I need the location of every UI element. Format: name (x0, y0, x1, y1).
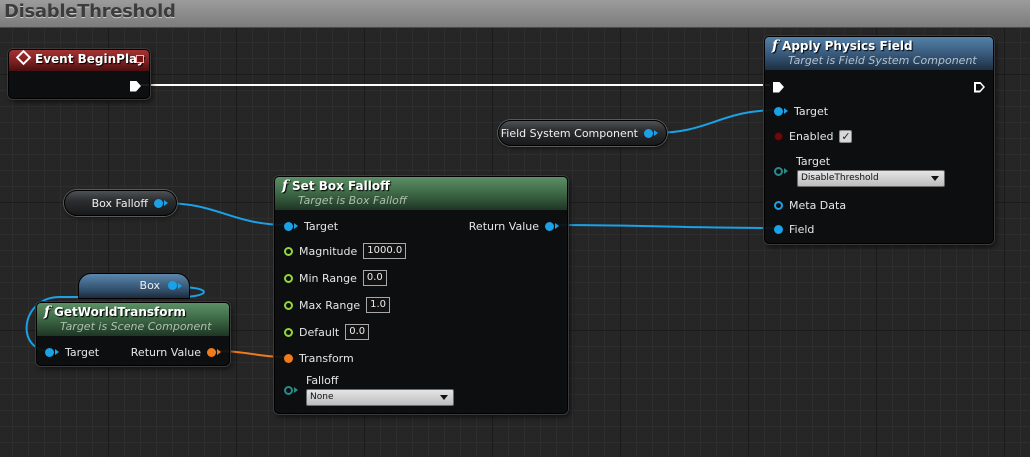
exec-out-icon[interactable] (130, 80, 141, 92)
field-pin-icon[interactable] (774, 224, 783, 234)
min-range-pin-icon[interactable] (284, 273, 293, 283)
meta-data-pin-icon[interactable] (774, 200, 783, 210)
exec-in-icon[interactable] (773, 81, 784, 93)
sbf-return-value-pin[interactable]: Return Value (469, 218, 559, 234)
default-pin[interactable]: Default 0.0 (284, 324, 370, 340)
set-box-falloff-subtitle: Target is Box Falloff (298, 194, 407, 207)
target-enum-dropdown[interactable]: DisableThreshold (797, 170, 945, 187)
min-range-input[interactable]: 0.0 (362, 270, 387, 286)
gwt-target-pin-icon[interactable] (45, 347, 54, 357)
box-falloff-var[interactable]: Box Falloff (64, 190, 177, 216)
exec-then-icon[interactable] (974, 81, 985, 93)
sbf-target-pin[interactable]: Target (284, 218, 338, 234)
delegate-pin-icon[interactable] (136, 55, 144, 63)
box-var[interactable]: Box (78, 273, 190, 299)
magnitude-pin[interactable]: Magnitude 1000.0 (284, 243, 407, 259)
wire-field-system-component-to-target[interactable] (653, 109, 779, 134)
event-beginplay-title: Event BeginPlay (35, 52, 145, 66)
apply-physics-field-title: Apply Physics Field (782, 39, 913, 53)
meta-data-pin[interactable]: Meta Data (774, 197, 846, 213)
sbf-return-value-pin-icon[interactable] (545, 221, 554, 231)
function-icon: f (772, 38, 779, 54)
function-icon: f (44, 304, 51, 320)
gwt-target-pin[interactable]: Target (45, 344, 99, 360)
enabled-pin[interactable]: Enabled ✓ (774, 128, 853, 144)
transform-pin-icon[interactable] (284, 353, 293, 363)
max-range-pin-icon[interactable] (284, 300, 293, 310)
max-range-pin[interactable]: Max Range 1.0 (284, 297, 391, 313)
falloff-pin: Falloff (284, 373, 338, 395)
apply-physics-field-header: f Apply Physics Field Target is Field Sys… (765, 37, 993, 70)
apply-physics-field-node[interactable]: f Apply Physics Field Target is Field Sys… (764, 36, 994, 244)
wire-box-falloff-to-target[interactable] (162, 202, 290, 226)
target-pin-icon[interactable] (774, 106, 783, 116)
graph-title-bar: DisableThreshold (0, 0, 1030, 28)
default-pin-icon[interactable] (284, 327, 293, 337)
gwt-return-value-pin-icon[interactable] (207, 347, 216, 357)
chevron-down-icon (440, 395, 448, 400)
event-beginplay-node[interactable]: Event BeginPlay (8, 49, 150, 99)
transform-pin[interactable]: Transform (284, 350, 354, 366)
graph-title: DisableThreshold (4, 1, 176, 22)
field-system-component-out-pin[interactable] (644, 128, 653, 138)
get-world-transform-subtitle: Target is Scene Component (60, 320, 212, 333)
max-range-input[interactable]: 1.0 (366, 297, 391, 313)
box-falloff-out-pin[interactable] (154, 198, 163, 208)
min-range-pin[interactable]: Min Range 0.0 (284, 270, 387, 286)
event-diamond-icon (15, 49, 32, 66)
enabled-pin-icon[interactable] (774, 131, 783, 141)
get-world-transform-node[interactable]: f GetWorldTransform Target is Scene Compo… (36, 302, 230, 366)
falloff-pin-icon[interactable] (284, 385, 293, 395)
function-icon: f (282, 178, 289, 194)
wire-return-value-to-field[interactable] (551, 224, 779, 229)
set-box-falloff-node[interactable]: f Set Box Falloff Target is Box Falloff T… (274, 176, 568, 414)
magnitude-input[interactable]: 1000.0 (363, 243, 407, 259)
field-pin[interactable]: Field (774, 221, 814, 237)
event-beginplay-header: Event BeginPlay (9, 49, 149, 71)
exec-in-pin[interactable] (773, 79, 784, 95)
set-box-falloff-title: Set Box Falloff (292, 179, 390, 193)
magnitude-pin-icon[interactable] (284, 246, 293, 256)
target-enum-pin: Target (774, 154, 830, 176)
chevron-down-icon (931, 176, 939, 181)
exec-out-pin[interactable] (130, 78, 141, 94)
get-world-transform-title: GetWorldTransform (54, 305, 186, 319)
exec-then-pin[interactable] (974, 79, 985, 95)
default-input[interactable]: 0.0 (345, 324, 370, 340)
target-enum-pin-icon[interactable] (774, 166, 783, 176)
target-pin[interactable]: Target (774, 103, 828, 119)
apply-physics-field-subtitle: Target is Field System Component (788, 54, 977, 67)
set-box-falloff-header: f Set Box Falloff Target is Box Falloff (275, 177, 567, 210)
falloff-dropdown[interactable]: None (306, 389, 454, 406)
gwt-return-value-pin[interactable]: Return Value (131, 344, 221, 360)
get-world-transform-header: f GetWorldTransform Target is Scene Compo… (37, 303, 229, 336)
sbf-target-pin-icon[interactable] (284, 221, 293, 231)
enabled-checkbox[interactable]: ✓ (839, 129, 853, 143)
box-out-pin[interactable] (168, 281, 177, 290)
field-system-component-var[interactable]: Field System Component (498, 120, 667, 146)
